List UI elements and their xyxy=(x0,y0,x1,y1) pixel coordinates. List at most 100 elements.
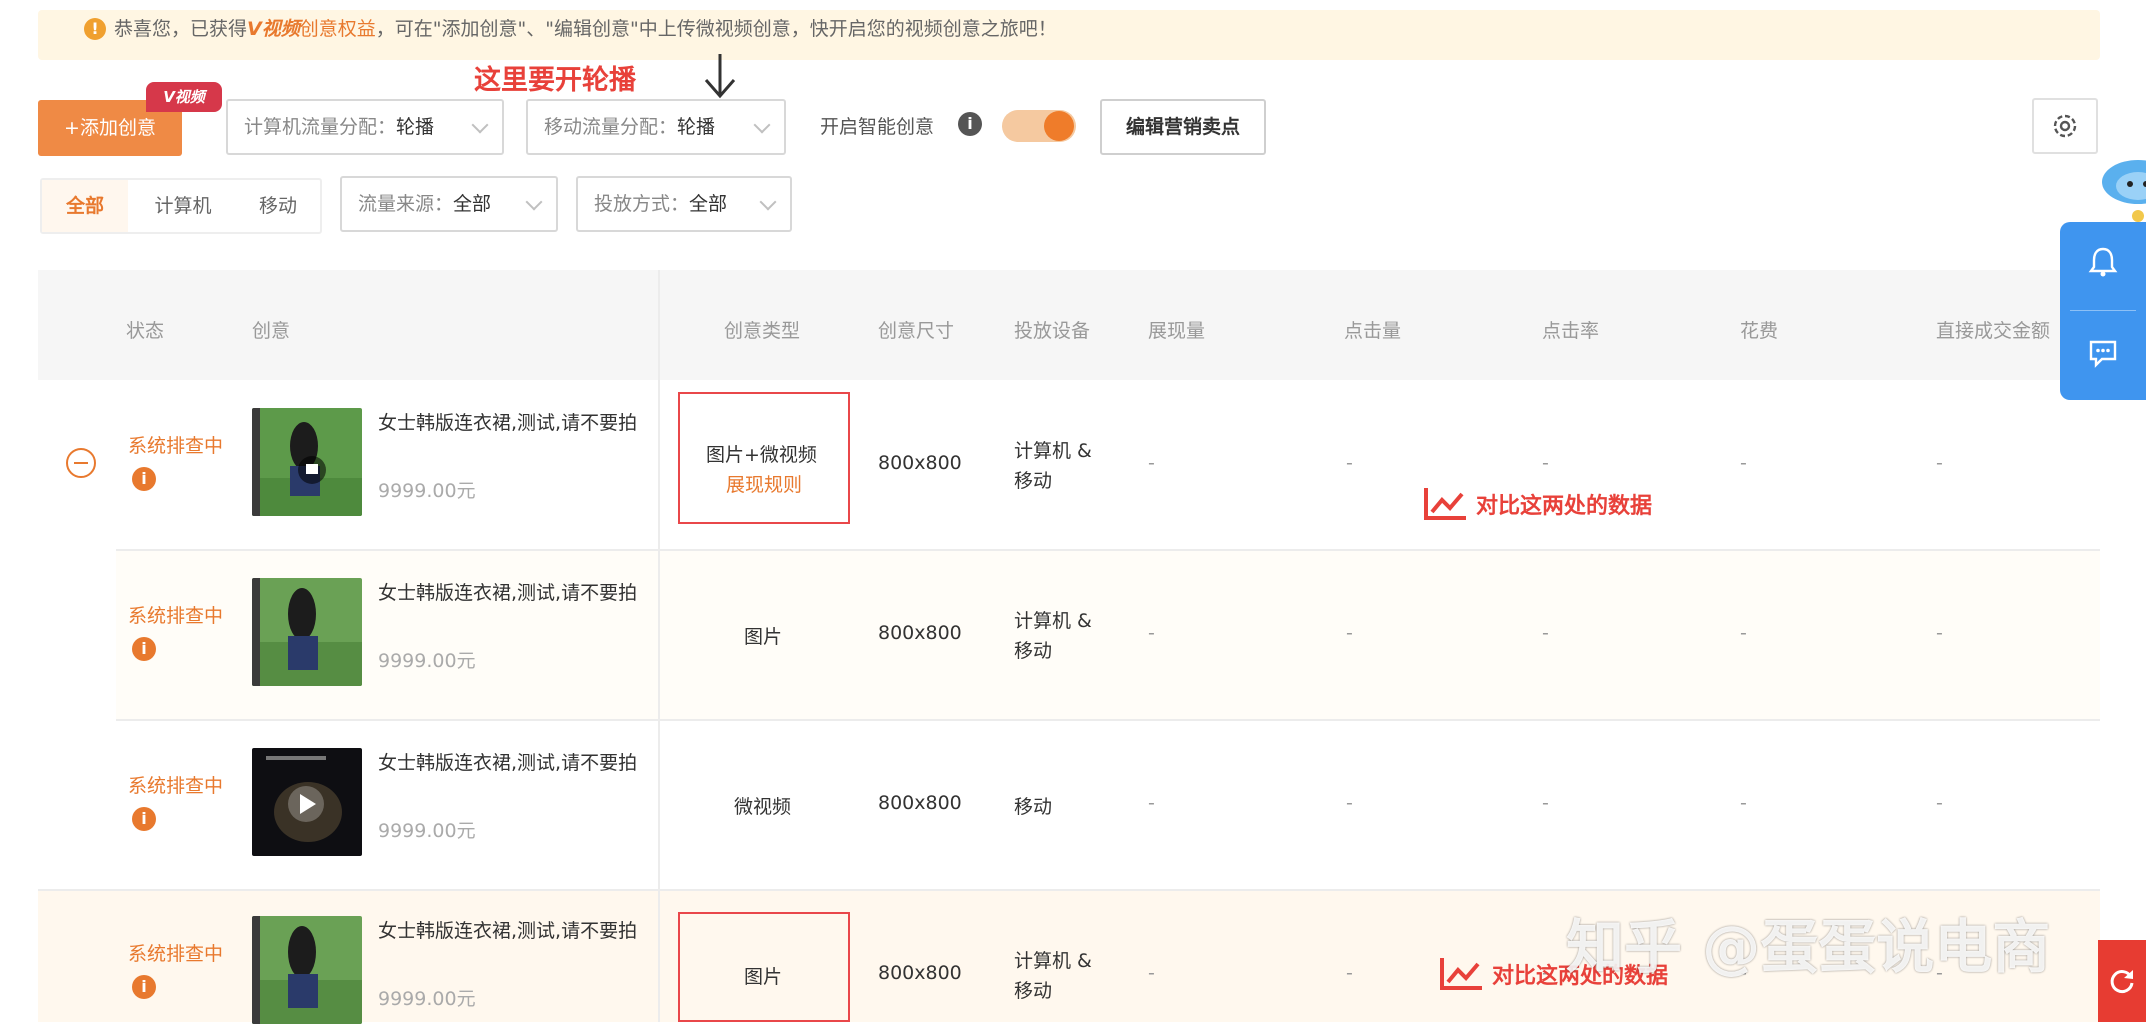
column-header-ctr: 点击率 xyxy=(1542,320,1600,342)
delivery-method-select[interactable]: 投放方式：全部 xyxy=(576,176,792,232)
delivery-device: 计算机 & 移动 xyxy=(1014,950,1092,1002)
row-divider xyxy=(38,889,2100,891)
creative-thumbnail[interactable] xyxy=(252,408,362,516)
creative-size: 800x800 xyxy=(878,792,962,814)
status-text: 系统排查中 xyxy=(128,943,224,965)
float-divider xyxy=(2070,310,2136,311)
impressions-value: - xyxy=(1148,962,1155,984)
delivery-device: 计算机 & 移动 xyxy=(1014,610,1092,662)
creative-type: 图片 xyxy=(744,966,783,988)
notice-highlight-link[interactable]: 创意权益 xyxy=(300,18,376,40)
watermark: 知乎 @蛋蛋说电商 xyxy=(1566,913,2051,981)
clicks-value: - xyxy=(1346,962,1353,984)
column-header-cost: 花费 xyxy=(1740,320,1779,342)
creative-price: 9999.00元 xyxy=(378,820,476,842)
trend-chart-icon xyxy=(1440,958,1482,990)
creative-size: 800x800 xyxy=(878,452,962,474)
column-header-clicks: 点击量 xyxy=(1344,320,1402,342)
creative-thumbnail[interactable] xyxy=(252,916,362,1024)
bell-icon[interactable] xyxy=(2088,246,2118,278)
creative-type: 微视频 xyxy=(734,796,792,818)
notice-prefix: 恭喜您，已获得 xyxy=(114,18,248,40)
smart-creative-label: 开启智能创意 xyxy=(820,116,935,138)
traffic-source-value: 全部 xyxy=(453,193,492,215)
chevron-down-icon xyxy=(471,116,489,134)
mobile-traffic-value: 轮播 xyxy=(677,116,716,138)
mobile-traffic-label: 移动流量分配： xyxy=(544,116,678,138)
collapse-icon[interactable] xyxy=(66,448,96,478)
pc-traffic-label: 计算机流量分配： xyxy=(244,116,397,138)
delivery-device: 移动 xyxy=(1014,796,1053,818)
fixed-column-separator xyxy=(658,270,660,1022)
creative-thumbnail[interactable] xyxy=(252,748,362,856)
status-text: 系统排查中 xyxy=(128,775,224,797)
column-header-deal-amount: 直接成交金额 xyxy=(1936,320,2051,342)
creative-size: 800x800 xyxy=(878,962,962,984)
tab-computer[interactable]: 计算机 xyxy=(138,180,228,232)
creative-title: 女士韩版连衣裙,测试,请不要拍 xyxy=(378,920,638,942)
refresh-icon xyxy=(2110,970,2134,993)
settings-button[interactable] xyxy=(2032,98,2098,154)
info-icon[interactable]: i xyxy=(958,112,982,136)
notice-suffix: ，可在"添加创意"、"编辑创意"中上传微视频创意，快开启您的视频创意之旅吧！ xyxy=(375,18,1057,40)
impressions-value: - xyxy=(1148,622,1155,644)
pc-traffic-select[interactable]: 计算机流量分配：轮播 xyxy=(226,99,504,155)
clicks-value: - xyxy=(1346,452,1353,474)
status-text: 系统排查中 xyxy=(128,605,224,627)
pc-traffic-value: 轮播 xyxy=(396,116,435,138)
arrow-down-icon xyxy=(704,54,736,99)
clicks-value: - xyxy=(1346,792,1353,814)
chat-icon[interactable] xyxy=(2088,338,2118,368)
clicks-value: - xyxy=(1346,622,1353,644)
cost-value: - xyxy=(1740,622,1747,644)
column-header-status: 状态 xyxy=(126,320,165,342)
column-header-creative: 创意 xyxy=(252,320,291,342)
ctr-value: - xyxy=(1542,622,1549,644)
feedback-button[interactable] xyxy=(2098,940,2146,1022)
creative-type: 图片 xyxy=(744,626,783,648)
creative-price: 9999.00元 xyxy=(378,650,476,672)
tab-mobile[interactable]: 移动 xyxy=(238,180,318,232)
notice-info-icon: ! xyxy=(84,18,106,40)
creative-price: 9999.00元 xyxy=(378,480,476,502)
gear-icon xyxy=(2053,114,2077,138)
info-icon[interactable]: i xyxy=(132,974,156,999)
creative-title: 女士韩版连衣裙,测试,请不要拍 xyxy=(378,752,638,774)
deal-amount-value: - xyxy=(1936,622,1943,644)
carousel-annotation: 这里要开轮播 xyxy=(474,65,636,96)
column-header-size: 创意尺寸 xyxy=(878,320,955,342)
smart-creative-toggle[interactable] xyxy=(1002,110,1076,142)
display-rules-link[interactable]: 展现规则 xyxy=(726,470,802,497)
ctr-value: - xyxy=(1542,452,1549,474)
info-icon[interactable]: i xyxy=(132,466,156,491)
impressions-value: - xyxy=(1148,452,1155,474)
row-divider xyxy=(116,719,2100,721)
mascot-icon xyxy=(2102,160,2146,222)
v-video-badge: V视频 xyxy=(146,82,222,112)
chevron-down-icon xyxy=(753,116,771,134)
mobile-traffic-select[interactable]: 移动流量分配：轮播 xyxy=(526,99,786,155)
chevron-down-icon xyxy=(759,193,777,211)
info-icon[interactable]: i xyxy=(132,806,156,831)
status-badge: 系统排查中 i xyxy=(128,770,224,834)
tab-all[interactable]: 全部 xyxy=(42,180,128,232)
delivery-method-label: 投放方式： xyxy=(594,193,690,215)
edit-selling-points-button[interactable]: 编辑营销卖点 xyxy=(1100,99,1266,155)
creative-title: 女士韩版连衣裙,测试,请不要拍 xyxy=(378,582,638,604)
impressions-value: - xyxy=(1148,792,1155,814)
creative-thumbnail[interactable] xyxy=(252,578,362,686)
status-text: 系统排查中 xyxy=(128,435,224,457)
column-header-device: 投放设备 xyxy=(1014,320,1091,342)
traffic-source-label: 流量来源： xyxy=(358,193,454,215)
compare-annotation: 对比这两处的数据 xyxy=(1476,494,1653,519)
creative-price: 9999.00元 xyxy=(378,988,476,1010)
cost-value: - xyxy=(1740,452,1747,474)
info-icon[interactable]: i xyxy=(132,636,156,661)
ctr-value: - xyxy=(1542,792,1549,814)
cost-value: - xyxy=(1740,792,1747,814)
trend-chart-icon xyxy=(1424,488,1466,520)
traffic-source-select[interactable]: 流量来源：全部 xyxy=(340,176,558,232)
status-badge: 系统排查中 i xyxy=(128,600,224,664)
column-header-type: 创意类型 xyxy=(724,320,801,342)
status-badge: 系统排查中 i xyxy=(128,430,224,494)
